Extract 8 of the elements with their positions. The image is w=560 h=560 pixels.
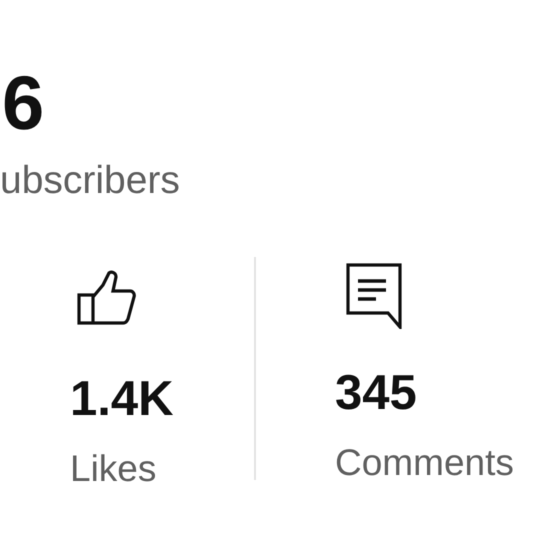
subscriber-label: ubscribers: [0, 158, 180, 204]
thumbs-up-icon: [77, 269, 137, 327]
stat-label: Comments: [335, 441, 514, 485]
stat-label: Likes: [70, 447, 156, 491]
subscriber-count: 6: [2, 64, 44, 144]
stat-value: 345: [335, 365, 417, 421]
stat-value: 1.4K: [70, 371, 174, 427]
comment-icon: [346, 263, 402, 329]
